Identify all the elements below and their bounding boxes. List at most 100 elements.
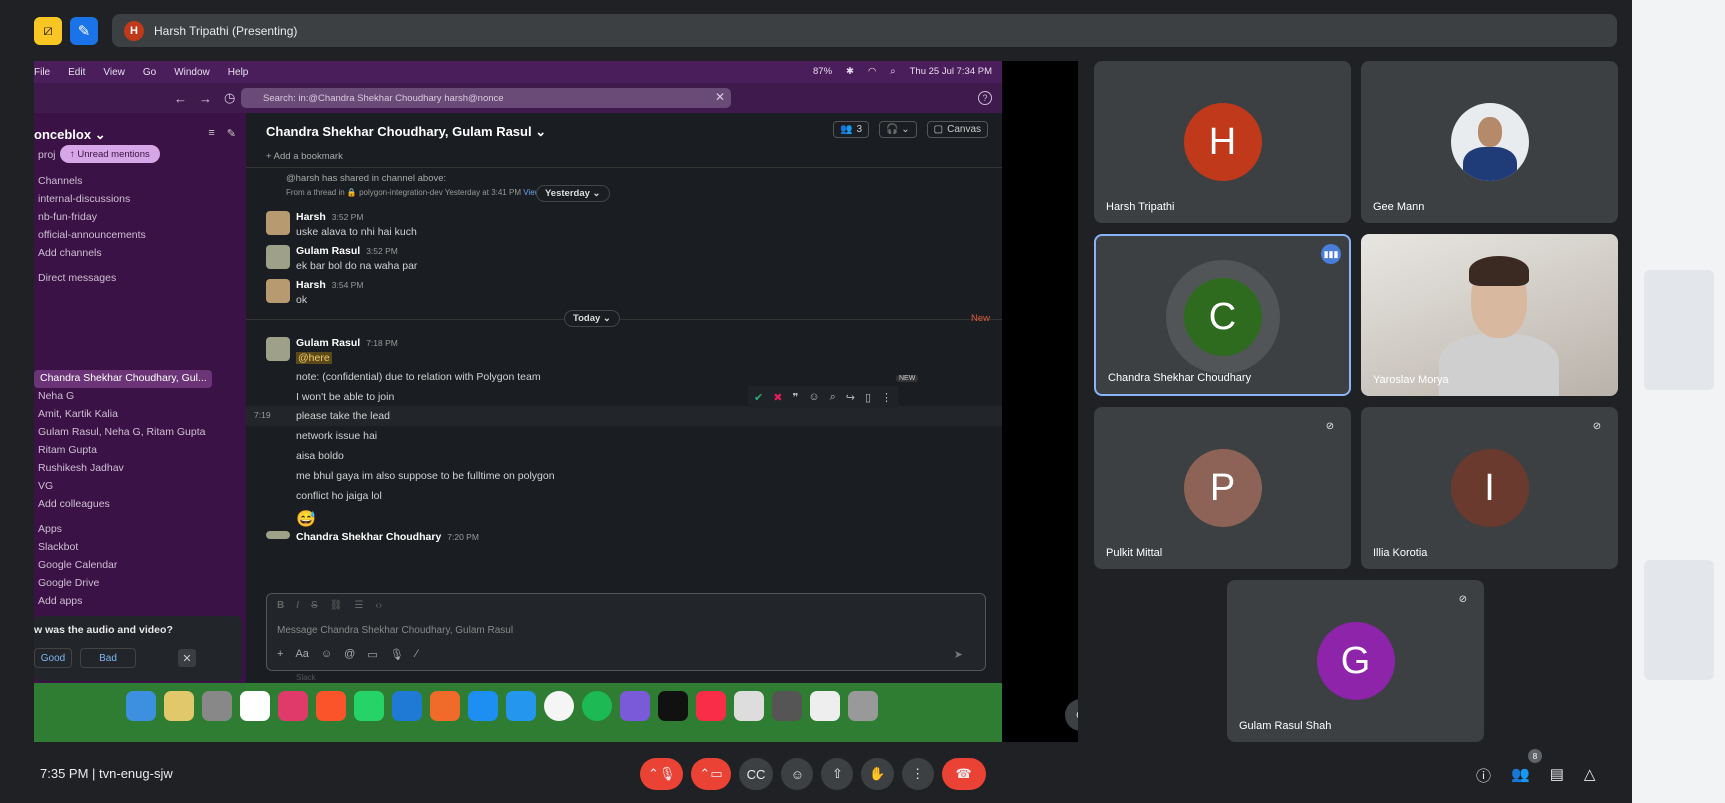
participant-name: Gulam Rasul Shah [1239, 720, 1332, 732]
avatar [266, 531, 290, 539]
message-line: please take the lead [296, 410, 390, 422]
slash-icon: ⁄ [415, 648, 418, 660]
canvas-label: Canvas [947, 124, 981, 135]
current-time: 7:35 PM [40, 766, 89, 781]
more-options-button[interactable]: ⋮ [901, 758, 934, 790]
tile-gee-mann[interactable]: Gee Mann [1361, 61, 1618, 223]
suit-shape [1462, 147, 1517, 181]
slack-label: Slack [296, 673, 316, 682]
trash-icon [848, 691, 878, 721]
mic-off-icon: ⊘ [1592, 420, 1602, 432]
message-author: Gulam Rasul 3:52 PM [296, 245, 398, 257]
settings-icon [202, 691, 232, 721]
emoji-button[interactable]: ☺ [781, 758, 814, 790]
send-icon: ➤ [953, 649, 963, 661]
camera-off-icon: ▭ [710, 766, 723, 781]
composer-tools: + Aa ☺ @ ▭ 🎙 ⁄ [277, 648, 418, 661]
here-mention: @here [296, 352, 332, 364]
check-icon: ✔ [754, 391, 764, 404]
menu-window: Window [174, 66, 210, 78]
raise-hand-button[interactable]: ✋ [861, 758, 894, 790]
message-text: uske alava to nhi hai kuch [296, 226, 417, 238]
date-today: Today ⌄ [564, 310, 620, 327]
stop-presenting-icon[interactable]: ⧄ [34, 16, 62, 45]
avatar: P [1183, 449, 1262, 527]
brave-icon [316, 691, 346, 721]
tile-yaroslav-morya[interactable]: Yaroslav Morya [1361, 234, 1618, 396]
chat-icon[interactable]: ▤ [1550, 765, 1564, 786]
new-marker: New [970, 313, 990, 324]
author-name: Chandra Shekhar Choudhary [296, 531, 442, 543]
thread-from-text: From a thread in 🔒 polygon-integration-d… [286, 188, 521, 197]
tile-chandra-shekhar[interactable]: C ▮▮▮ Chandra Shekhar Choudhary [1094, 234, 1351, 396]
mac-dock [34, 683, 1002, 742]
leave-call-button[interactable]: ☎ [941, 758, 986, 790]
good-label: Good [40, 652, 66, 664]
info-icon[interactable]: ⓘ [1476, 765, 1491, 786]
plus-icon: + [277, 648, 284, 660]
background-page [1632, 0, 1725, 803]
menu-help: Help [227, 66, 249, 78]
channel-header-actions: 👥 3 🎧 ⌄ ▢ Canvas [833, 121, 988, 138]
people-icon[interactable]: 👥 [1511, 765, 1530, 786]
tile-harsh-tripathi[interactable]: H Harsh Tripathi [1094, 61, 1351, 223]
dock-icons [126, 691, 878, 721]
slack-icon [278, 691, 308, 721]
channels-heading: Channels [38, 175, 83, 187]
annotate-icon[interactable]: ✎ [70, 16, 98, 45]
face-shape [1477, 117, 1502, 147]
bookmark-icon: ▯ [864, 391, 872, 404]
tile-illia-korotia[interactable]: I ⊘ Illia Korotia [1361, 407, 1618, 569]
screenshot-icon [772, 691, 802, 721]
tile-pulkit-mittal[interactable]: P ⊘ Pulkit Mittal [1094, 407, 1351, 569]
message-time: 3:54 PM [331, 280, 364, 290]
mic-off-button[interactable]: ⌃ 🎙 [640, 758, 684, 790]
slack-chat: Chandra Shekhar Choudhary, Gulam Rasul ⌄… [246, 113, 1002, 683]
postman-icon [430, 691, 460, 721]
back-arrow-icon: ← [174, 90, 187, 106]
camera-off-button[interactable]: ⌃ ▭ [691, 758, 731, 790]
dm-chandra-gulam: Chandra Shekhar Choudhary, Gul... [40, 372, 207, 384]
mic-off-icon: ⊘ [1325, 420, 1335, 432]
channel-nb-fun-friday: nb-fun-friday [38, 211, 97, 223]
captions-button[interactable]: CC [738, 758, 774, 790]
message-line: me bhul gaya im also suppose to be fullt… [296, 470, 555, 482]
more-icon: ⋮ [881, 391, 893, 404]
chevron-up-icon: ⌃ [648, 766, 659, 781]
meeting-code: tvn-enug-sjw [99, 766, 173, 781]
add-channels: Add channels [38, 247, 102, 259]
add-colleagues: Add colleagues [38, 498, 110, 510]
message-text: ok [296, 294, 308, 306]
message-author: Harsh 3:52 PM [296, 211, 363, 223]
avatar [266, 211, 290, 235]
activities-icon[interactable]: △ [1584, 765, 1596, 786]
avatar: G [1316, 622, 1395, 700]
present-button[interactable]: ⇧ [821, 758, 854, 790]
spotify-icon [582, 691, 612, 721]
mac-status: 87% ✱ ◠ ⌕ Thu 25 Jul 7:34 PM [813, 66, 992, 77]
divider [246, 167, 1002, 168]
emoji-icon: ☺ [320, 648, 333, 660]
dm-vg: VG [38, 480, 54, 492]
hand-icon: ✋ [869, 766, 886, 781]
canvas-button: ▢ Canvas [926, 121, 988, 138]
participant-name: Pulkit Mittal [1106, 547, 1163, 559]
message-text: ek bar bol do na waha par [296, 260, 418, 272]
dm-rushikesh: Rushikesh Jadhav [38, 462, 124, 474]
workspace-name: oncebloх ⌄ [34, 127, 106, 142]
compose-icon: ✎ [226, 128, 236, 140]
message-time: 3:52 PM [331, 212, 364, 222]
menu-view: View [103, 66, 125, 78]
unread-mentions-pill: ↑ Unread mentions [60, 145, 160, 163]
whatsapp-icon [354, 691, 384, 721]
ai-app-icon [620, 691, 650, 721]
terminal-icon [658, 691, 688, 721]
more-icon: ⋮ [911, 766, 925, 781]
message-actions: ✔ ✖ ❞ ☺ ⌕ ↪ ▯ ⋮ [748, 386, 899, 408]
avatar [1450, 103, 1529, 181]
menu-file: File [34, 66, 51, 78]
tile-gulam-rasul-shah[interactable]: G ⊘ Gulam Rasul Shah [1227, 580, 1484, 742]
battery-text: 87% [813, 66, 833, 77]
chevron-up-icon: ⌃ [699, 766, 711, 781]
hover-time: 7:19 [254, 410, 271, 420]
